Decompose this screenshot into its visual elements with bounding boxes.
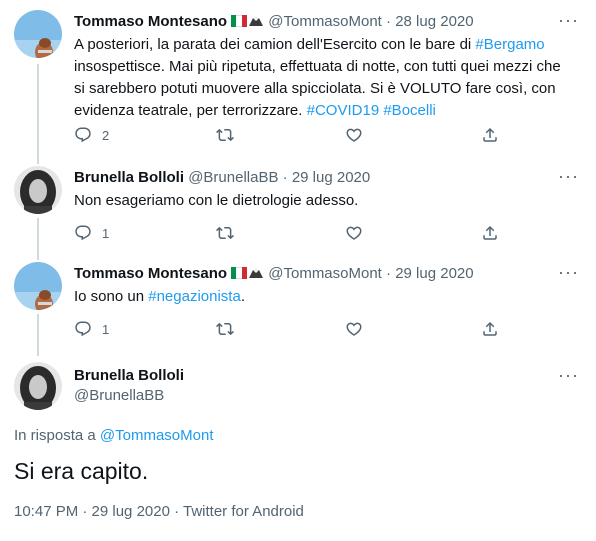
share-icon [481, 126, 499, 144]
italy-flag-icon [231, 15, 248, 27]
retweet-button[interactable] [216, 223, 234, 243]
avatar[interactable] [14, 10, 62, 58]
avatar[interactable] [14, 362, 62, 410]
like-icon [345, 126, 363, 144]
author-handle[interactable]: @BrunellaBB [74, 386, 164, 406]
tweet-header: Tommaso Montesano @TommasoMont · 28 lug … [74, 12, 556, 32]
reply-count: 2 [102, 127, 110, 143]
reply-context: In risposta a @TommasoMont [14, 427, 214, 444]
reply-count: 1 [102, 321, 110, 337]
eagle-icon [249, 268, 264, 278]
tweet-date[interactable]: 29 lug 2020 [292, 169, 370, 186]
more-icon[interactable]: ··· [558, 263, 578, 287]
more-icon[interactable]: ··· [558, 366, 578, 390]
action-bar: 2 [74, 125, 514, 145]
tweet-2[interactable]: Brunella Bolloli @BrunellaBB · 29 lug 20… [0, 156, 596, 254]
share-button[interactable] [481, 125, 499, 145]
author-handle[interactable]: @BrunellaBB [188, 169, 278, 186]
retweet-icon [216, 320, 234, 338]
hashtag-link[interactable]: #Bergamo [475, 36, 544, 53]
tweet-text: Non esageriamo con le dietrologie adesso… [74, 192, 359, 209]
avatar-image [14, 362, 62, 410]
reply-icon [74, 126, 92, 144]
retweet-icon [216, 126, 234, 144]
author-name[interactable]: Tommaso Montesano [74, 13, 227, 30]
avatar[interactable] [14, 262, 62, 310]
tweet-date[interactable]: 29 lug 2020 [395, 265, 473, 282]
tweet-meta[interactable]: 10:47 PM · 29 lug 2020 · Twitter for And… [14, 502, 304, 522]
reply-button[interactable]: 1 [74, 319, 109, 339]
like-icon [345, 320, 363, 338]
avatar-image [14, 10, 62, 58]
share-button[interactable] [481, 223, 499, 243]
tweet-date[interactable]: 28 lug 2020 [395, 13, 473, 30]
main-tweet-text: Si era capito. [14, 458, 149, 484]
avatar[interactable] [14, 166, 62, 214]
action-bar: 1 [74, 223, 514, 243]
hashtag-link[interactable]: #negazionista [148, 288, 241, 305]
action-bar: 1 [74, 319, 514, 339]
retweet-button[interactable] [216, 319, 234, 339]
like-icon [345, 224, 363, 242]
like-button[interactable] [345, 125, 363, 145]
tweet-header: Brunella Bolloli @BrunellaBB · 29 lug 20… [74, 168, 556, 188]
more-icon[interactable]: ··· [558, 11, 578, 35]
author-name[interactable]: Brunella Bolloli [74, 169, 184, 186]
author-handle[interactable]: @TommasoMont [268, 13, 382, 30]
tweet-text: A posteriori, la parata dei camion dell'… [74, 36, 561, 119]
separator: · [381, 265, 396, 282]
tweet-header: Tommaso Montesano @TommasoMont · 29 lug … [74, 264, 556, 284]
reply-icon [74, 320, 92, 338]
author-handle[interactable]: @TommasoMont [268, 265, 382, 282]
more-icon[interactable]: ··· [558, 167, 578, 191]
tweet-1[interactable]: Tommaso Montesano @TommasoMont · 28 lug … [0, 0, 596, 156]
reply-button[interactable]: 2 [74, 125, 109, 145]
reply-button[interactable]: 1 [74, 223, 109, 243]
like-button[interactable] [345, 319, 363, 339]
hashtag-link[interactable]: #Bocelli [383, 102, 436, 119]
like-button[interactable] [345, 223, 363, 243]
share-icon [481, 224, 499, 242]
avatar-image [14, 166, 62, 214]
author-name[interactable]: Tommaso Montesano [74, 265, 227, 282]
share-icon [481, 320, 499, 338]
author-name[interactable]: Brunella Bolloli [74, 366, 184, 386]
retweet-button[interactable] [216, 125, 234, 145]
reply-count: 1 [102, 225, 110, 241]
italy-flag-icon [231, 267, 248, 279]
avatar-image [14, 262, 62, 310]
separator: · [278, 169, 292, 186]
share-button[interactable] [481, 319, 499, 339]
tweet-3[interactable]: Tommaso Montesano @TommasoMont · 29 lug … [0, 254, 596, 352]
retweet-icon [216, 224, 234, 242]
separator: · [381, 13, 396, 30]
reply-icon [74, 224, 92, 242]
reply-to-link[interactable]: @TommasoMont [100, 427, 214, 444]
eagle-icon [249, 16, 264, 26]
hashtag-link[interactable]: #COVID19 [307, 102, 380, 119]
tweet-text: Io sono un #negazionista. [74, 288, 245, 305]
